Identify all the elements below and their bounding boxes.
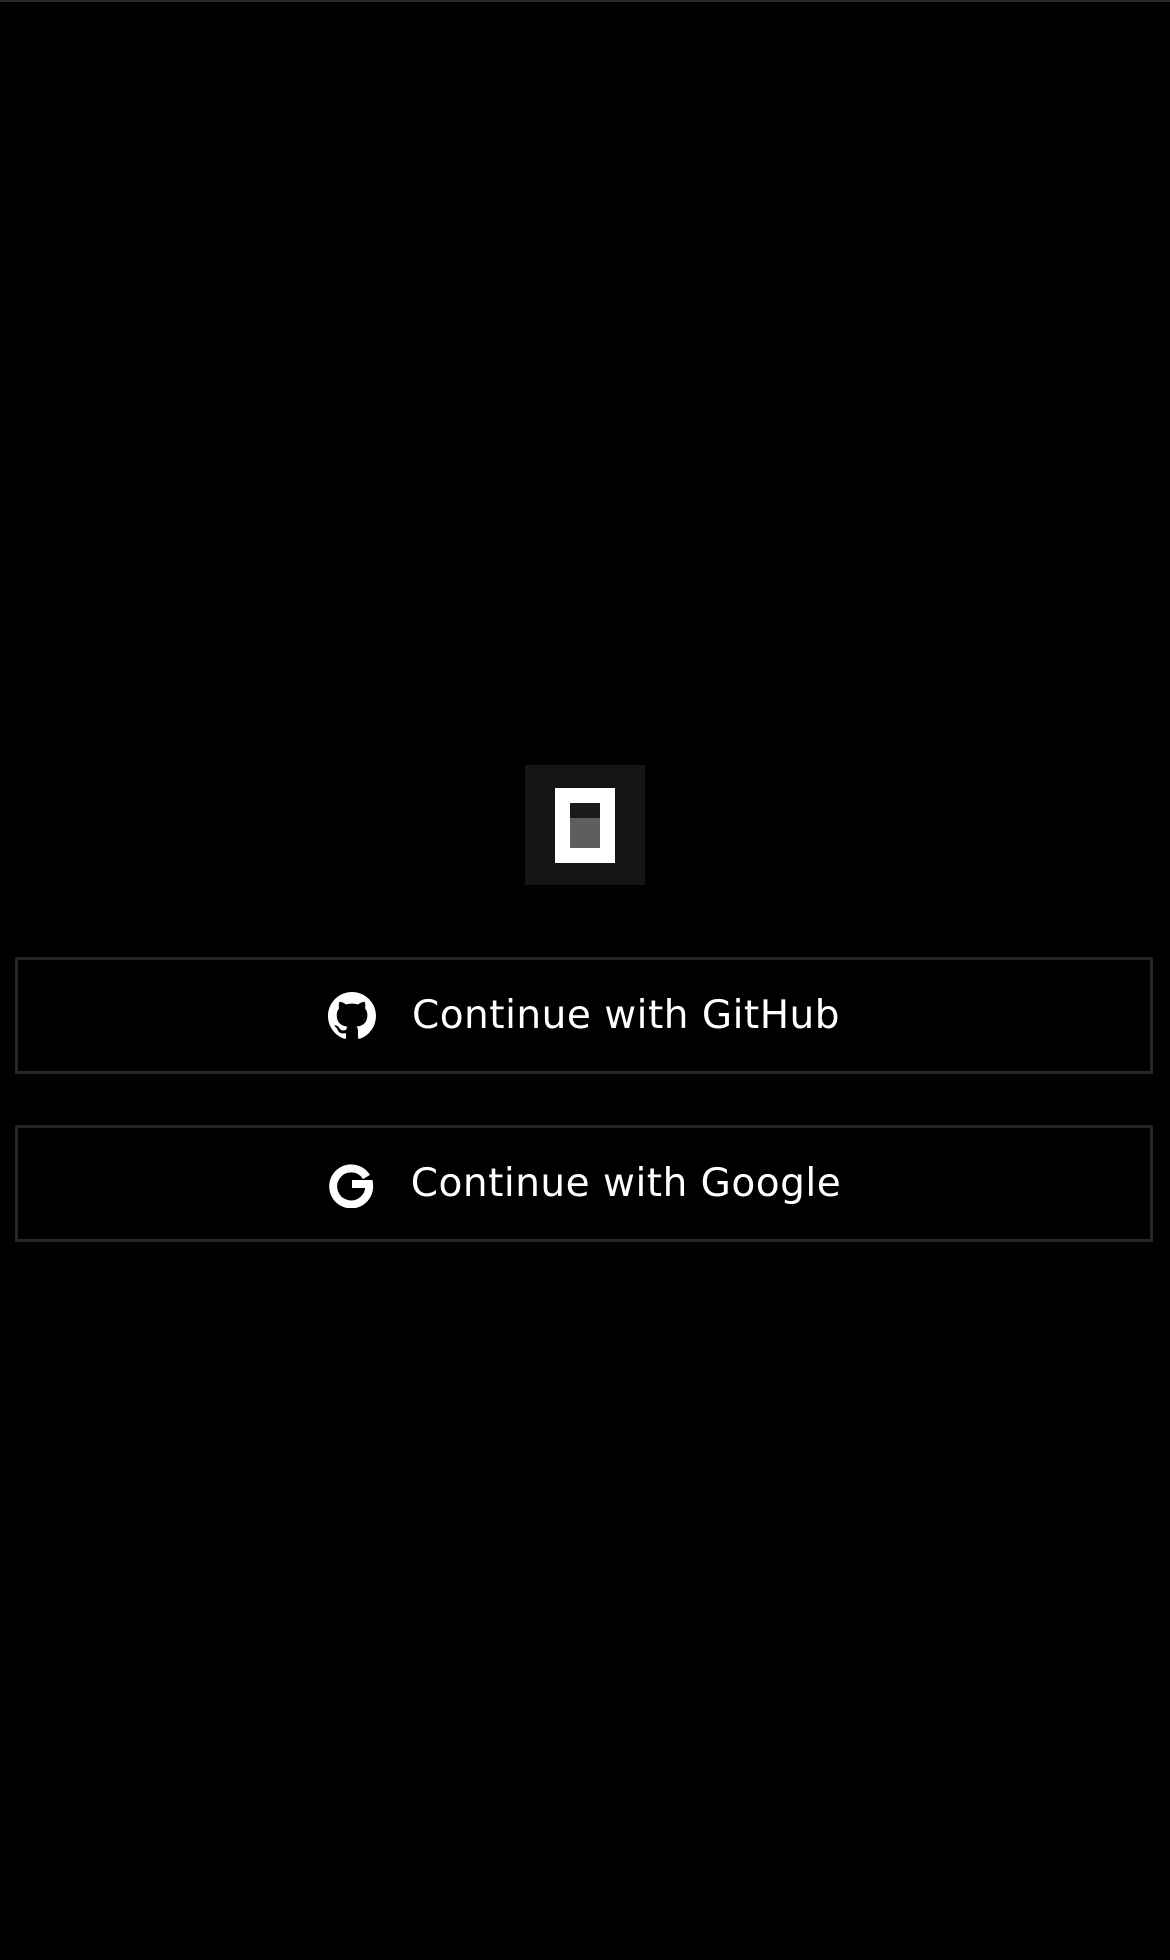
continue-with-github-button[interactable]: Continue with GitHub — [15, 957, 1153, 1074]
github-icon — [327, 991, 376, 1040]
logo-frame — [555, 788, 615, 863]
app-logo — [525, 765, 645, 885]
logo-inner-top — [570, 803, 600, 818]
github-button-label: Continue with GitHub — [411, 993, 841, 1038]
logo-inner-bottom — [570, 818, 600, 848]
continue-with-google-button[interactable]: Continue with Google — [15, 1125, 1153, 1242]
google-button-label: Continue with Google — [410, 1161, 842, 1206]
top-divider — [0, 0, 1170, 2]
google-icon — [327, 1160, 375, 1208]
